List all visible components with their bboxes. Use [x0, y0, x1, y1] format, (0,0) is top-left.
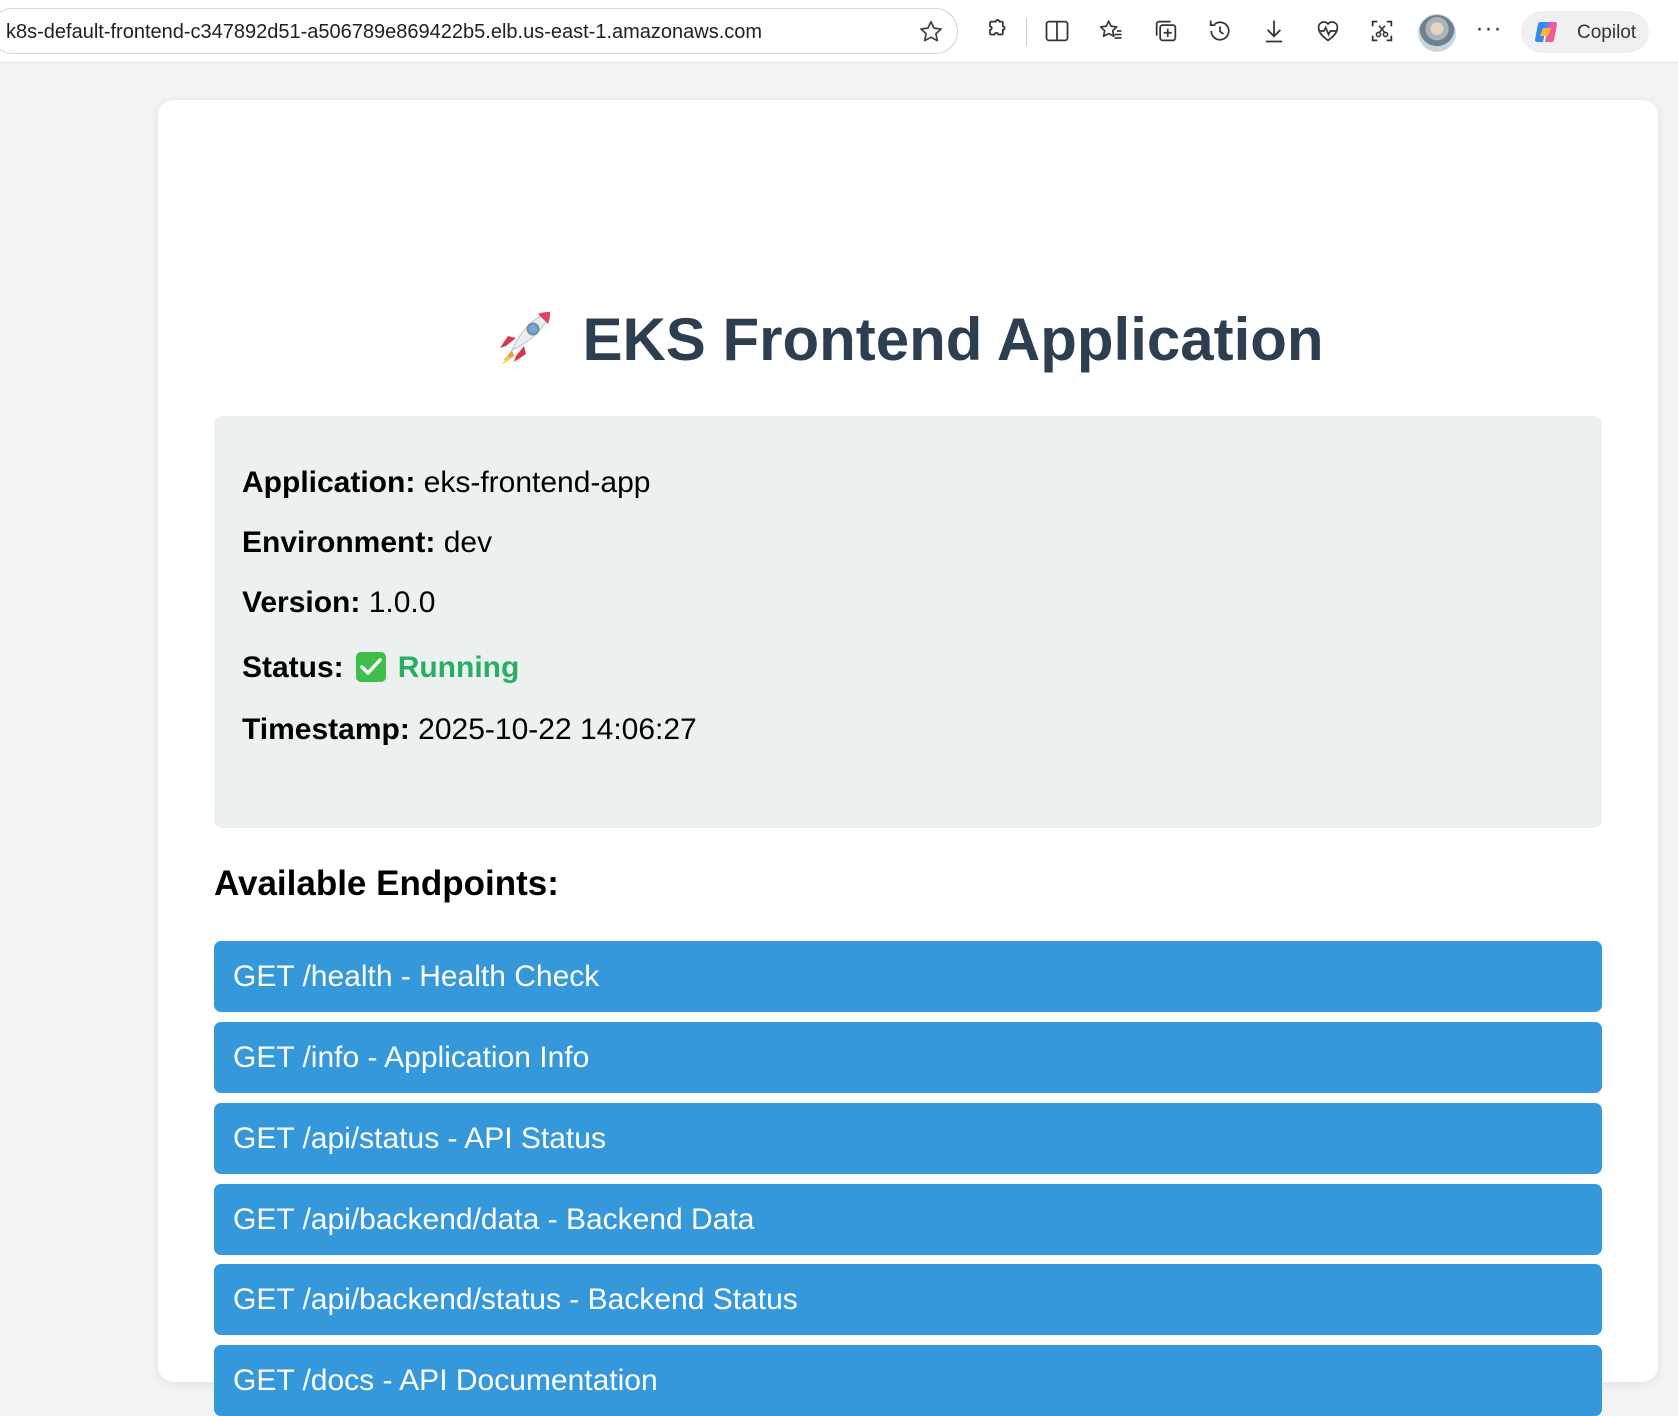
- environment-value: dev: [443, 526, 493, 559]
- application-label: Application:: [242, 466, 416, 499]
- version-row: Version: 1.0.0: [242, 586, 435, 620]
- browser-toolbar: k8s-default-frontend-c347892d51-a506789e…: [0, 0, 1678, 63]
- screenshot-icon[interactable]: [1368, 17, 1396, 45]
- endpoint-backend-status[interactable]: GET /api/backend/status - Backend Status: [214, 1264, 1602, 1335]
- version-label: Version:: [242, 586, 361, 619]
- endpoint-backend-data[interactable]: GET /api/backend/data - Backend Data: [214, 1184, 1602, 1255]
- endpoint-docs[interactable]: GET /docs - API Documentation: [214, 1345, 1602, 1416]
- page-title-text: EKS Frontend Application: [582, 306, 1324, 373]
- split-screen-icon[interactable]: [1043, 17, 1071, 45]
- extensions-icon[interactable]: [983, 17, 1011, 45]
- favorites-icon[interactable]: [1097, 17, 1125, 45]
- status-row: Status: Running: [242, 651, 519, 685]
- copilot-label: Copilot: [1577, 22, 1637, 43]
- environment-row: Environment: dev: [242, 526, 492, 560]
- url-text[interactable]: k8s-default-frontend-c347892d51-a506789e…: [6, 21, 762, 44]
- history-icon[interactable]: [1206, 17, 1234, 45]
- endpoint-health[interactable]: GET /health - Health Check: [214, 941, 1602, 1012]
- timestamp-value: 2025-10-22 14:06:27: [418, 713, 697, 746]
- address-bar[interactable]: k8s-default-frontend-c347892d51-a506789e…: [0, 8, 958, 54]
- timestamp-row: Timestamp: 2025-10-22 14:06:27: [242, 713, 697, 747]
- status-label: Status:: [242, 651, 344, 684]
- timestamp-label: Timestamp:: [242, 713, 410, 746]
- info-panel: Application: eks-frontend-app Environmen…: [214, 416, 1602, 828]
- page-title: EKS Frontend Application: [158, 300, 1658, 380]
- copilot-logo-icon: [1533, 19, 1559, 45]
- app-card: EKS Frontend Application Application: ek…: [158, 100, 1658, 1416]
- copilot-button[interactable]: Copilot: [1521, 11, 1649, 53]
- endpoint-info[interactable]: GET /info - Application Info: [214, 1022, 1602, 1093]
- rocket-icon: [492, 306, 556, 370]
- more-options-icon[interactable]: ···: [1474, 14, 1504, 48]
- toolbar-separator: [1026, 18, 1027, 46]
- application-row: Application: eks-frontend-app: [242, 466, 650, 500]
- status-value: Running: [397, 651, 520, 684]
- endpoints-heading: Available Endpoints:: [214, 864, 559, 903]
- check-mark-icon: [355, 652, 386, 682]
- endpoint-api-status[interactable]: GET /api/status - API Status: [214, 1103, 1602, 1174]
- version-value: 1.0.0: [368, 586, 436, 619]
- favorite-star-icon[interactable]: [917, 18, 945, 46]
- environment-label: Environment:: [242, 526, 436, 559]
- browser-essentials-icon[interactable]: [1314, 17, 1342, 45]
- profile-avatar[interactable]: [1418, 14, 1456, 52]
- downloads-icon[interactable]: [1260, 17, 1288, 45]
- collections-icon[interactable]: [1152, 17, 1180, 45]
- application-value: eks-frontend-app: [423, 466, 651, 499]
